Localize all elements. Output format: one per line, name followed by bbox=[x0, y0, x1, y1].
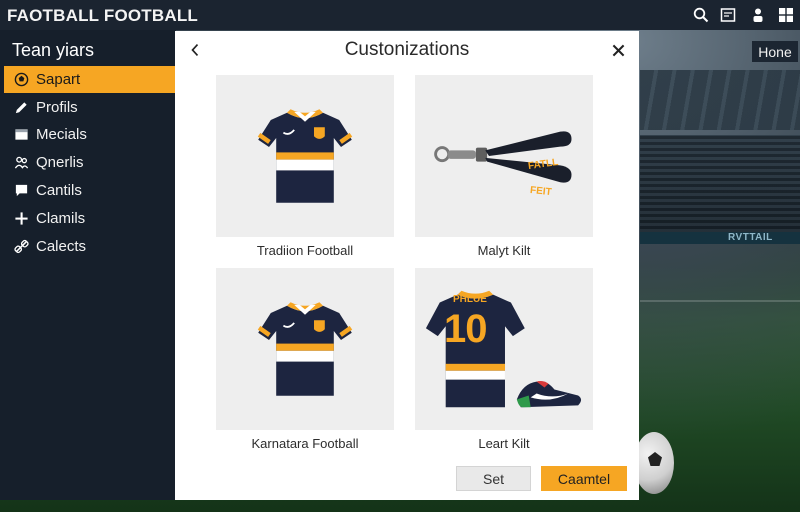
kit-thumbnail bbox=[415, 268, 593, 430]
sidebar-item-label: Cantils bbox=[36, 182, 82, 199]
sidebar-item-label: Clamils bbox=[36, 210, 86, 227]
sidebar-title: Tean yiars bbox=[12, 40, 95, 60]
kit-card-tradiion-football[interactable]: Tradiion Football bbox=[216, 75, 394, 258]
close-icon[interactable] bbox=[607, 39, 629, 61]
news-icon[interactable] bbox=[719, 6, 737, 24]
lanyard-text-bottom: FEIT bbox=[529, 184, 553, 199]
pencil-icon bbox=[12, 99, 30, 117]
striped-jersey-icon bbox=[257, 302, 353, 396]
sidebar-item-label: Mecials bbox=[36, 126, 87, 143]
modal-title: Custonizations bbox=[344, 39, 470, 60]
sidebar-item-clamils[interactable]: Clamils bbox=[4, 205, 175, 232]
stadium-adboard bbox=[640, 232, 800, 244]
kit-label: Karnatara Football bbox=[251, 436, 359, 451]
search-icon[interactable] bbox=[692, 6, 710, 24]
kit-label: Tradiion Football bbox=[256, 243, 354, 258]
profile-icon[interactable] bbox=[749, 6, 767, 24]
sidebar: Tean yiars Sapart Profils Mecials Qnerli… bbox=[0, 30, 176, 500]
kit-card-leart-kilt[interactable]: Leart Kilt bbox=[415, 268, 593, 451]
adboard-text: RVTTAIL bbox=[728, 232, 773, 243]
set-button[interactable]: Set bbox=[456, 466, 531, 491]
kit-thumbnail bbox=[216, 75, 394, 237]
customizations-modal: Custonizations Tradiion Football Malyt K… bbox=[175, 31, 639, 500]
striped-jersey-icon bbox=[257, 109, 353, 203]
football-ball bbox=[634, 432, 674, 494]
kit-thumbnail bbox=[415, 75, 593, 237]
kit-label: Leart Kilt bbox=[478, 436, 530, 451]
stadium-roof bbox=[640, 70, 800, 130]
card-icon bbox=[12, 126, 30, 144]
jersey-name: PHLUE bbox=[453, 294, 487, 305]
top-bar: FAOTBALL FOOTBALL bbox=[0, 0, 800, 30]
sidebar-item-label: Sapart bbox=[36, 71, 81, 88]
home-button[interactable]: Hone bbox=[752, 41, 798, 62]
sidebar-item-qnerlis[interactable]: Qnerlis bbox=[4, 149, 175, 176]
ball-icon bbox=[12, 71, 30, 89]
kit-label: Malyt Kilt bbox=[477, 243, 531, 258]
chat-icon bbox=[12, 182, 30, 200]
stadium-crowd bbox=[640, 135, 800, 235]
sidebar-item-calects[interactable]: Calects bbox=[4, 233, 175, 260]
sidebar-item-mecials[interactable]: Mecials bbox=[4, 121, 175, 148]
jersey-number: 10 bbox=[444, 307, 487, 351]
plus-icon bbox=[12, 210, 30, 228]
cancel-button[interactable]: Caamtel bbox=[541, 466, 627, 491]
sidebar-item-profils[interactable]: Profils bbox=[4, 94, 175, 121]
kit-thumbnail bbox=[216, 268, 394, 430]
app-title: FAOTBALL FOOTBALL bbox=[7, 6, 199, 25]
sidebar-item-label: Qnerlis bbox=[36, 154, 84, 171]
kit-card-karnatara-football[interactable]: Karnatara Football bbox=[216, 268, 394, 451]
sidebar-item-label: Calects bbox=[36, 238, 87, 255]
kit-card-malyt-kilt[interactable]: Malyt Kilt bbox=[415, 75, 593, 258]
windows-icon[interactable] bbox=[777, 6, 795, 24]
people-icon bbox=[12, 154, 30, 172]
pitch-line bbox=[640, 300, 800, 302]
link-icon bbox=[12, 238, 30, 256]
sidebar-item-label: Profils bbox=[36, 99, 78, 116]
sidebar-item-sapart[interactable]: Sapart bbox=[4, 66, 175, 93]
sidebar-item-cantils[interactable]: Cantils bbox=[4, 177, 175, 204]
